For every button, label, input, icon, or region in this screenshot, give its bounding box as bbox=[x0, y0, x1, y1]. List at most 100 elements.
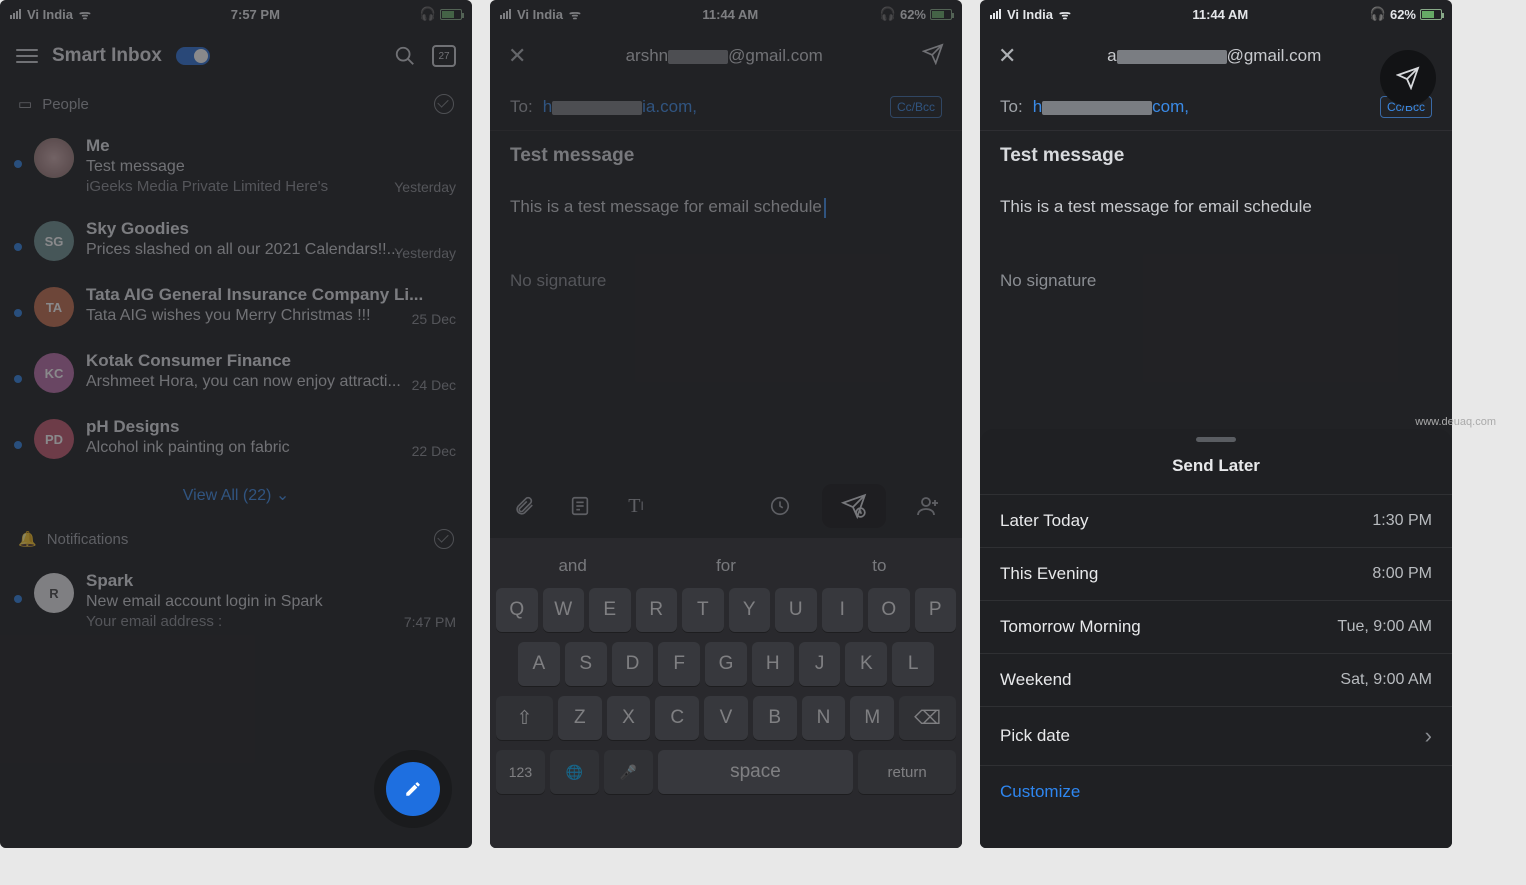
mail-row[interactable]: SG Sky Goodies Prices slashed on all our… bbox=[0, 207, 472, 273]
key-s[interactable]: S bbox=[565, 642, 607, 686]
body-field[interactable]: This is a test message for email schedul… bbox=[490, 181, 962, 251]
close-icon[interactable]: ✕ bbox=[508, 43, 526, 69]
key-v[interactable]: V bbox=[704, 696, 748, 740]
date: 7:47 PM bbox=[404, 614, 456, 630]
body-field[interactable]: This is a test message for email schedul… bbox=[980, 181, 1452, 251]
key-y[interactable]: Y bbox=[729, 588, 771, 632]
wifi-icon: ᯤ bbox=[569, 5, 581, 23]
sheet-grabber[interactable] bbox=[1196, 437, 1236, 442]
key-d[interactable]: D bbox=[612, 642, 654, 686]
key-w[interactable]: W bbox=[543, 588, 585, 632]
subject: Tata AIG wishes you Merry Christmas !!! bbox=[86, 307, 458, 325]
mail-row[interactable]: R Spark New email account login in Spark… bbox=[0, 559, 472, 642]
date: Yesterday bbox=[394, 179, 456, 195]
key-i[interactable]: I bbox=[822, 588, 864, 632]
note-icon[interactable] bbox=[566, 492, 594, 520]
key-j[interactable]: J bbox=[799, 642, 841, 686]
shift-key[interactable]: ⇧ bbox=[496, 696, 553, 740]
suggestion-bar[interactable]: andforto bbox=[496, 544, 956, 588]
check-all-icon[interactable] bbox=[434, 529, 454, 549]
keyboard[interactable]: andforto QWERTYUIOP ASDFGHJKL ⇧ ZXCVBNM … bbox=[490, 538, 962, 848]
key-a[interactable]: A bbox=[518, 642, 560, 686]
to-label: To: bbox=[510, 97, 533, 117]
sender: Sky Goodies bbox=[86, 219, 458, 239]
status-time: 11:44 AM bbox=[1071, 7, 1370, 22]
send-later-option[interactable]: Tomorrow MorningTue, 9:00 AM bbox=[980, 600, 1452, 653]
from-address[interactable]: a@gmail.com bbox=[1032, 46, 1396, 66]
attach-icon[interactable] bbox=[510, 492, 538, 520]
send-later-option[interactable]: This Evening8:00 PM bbox=[980, 547, 1452, 600]
key-b[interactable]: B bbox=[753, 696, 797, 740]
signature-placeholder[interactable]: No signature bbox=[490, 251, 962, 311]
numbers-key[interactable]: 123 bbox=[496, 750, 545, 794]
smart-inbox-toggle[interactable] bbox=[176, 47, 210, 65]
avatar: SG bbox=[34, 221, 74, 261]
to-field[interactable]: To: hcom, Cc/Bcc bbox=[980, 84, 1452, 131]
view-all-link[interactable]: View All (22) ⌄ bbox=[0, 471, 472, 519]
key-e[interactable]: E bbox=[589, 588, 631, 632]
signature-placeholder[interactable]: No signature bbox=[980, 251, 1452, 311]
clock-icon[interactable] bbox=[766, 492, 794, 520]
ccbcc-button[interactable]: Cc/Bcc bbox=[890, 96, 942, 118]
section-notifications[interactable]: 🔔 Notifications bbox=[0, 519, 472, 559]
key-q[interactable]: Q bbox=[496, 588, 538, 632]
watermark: www.deuaq.com bbox=[1415, 416, 1496, 428]
from-address[interactable]: arshn@gmail.com bbox=[542, 46, 906, 66]
key-t[interactable]: T bbox=[682, 588, 724, 632]
inbox-title: Smart Inbox bbox=[52, 45, 162, 67]
unread-dot bbox=[14, 375, 22, 383]
to-field[interactable]: To: hia.com, Cc/Bcc bbox=[490, 84, 962, 131]
customize-row[interactable]: Customize bbox=[980, 765, 1452, 818]
subject-field[interactable]: Test message bbox=[980, 131, 1452, 181]
space-key[interactable]: space bbox=[658, 750, 854, 794]
return-key[interactable]: return bbox=[858, 750, 956, 794]
key-n[interactable]: N bbox=[802, 696, 846, 740]
carrier-label: Vi India bbox=[1007, 7, 1053, 22]
key-h[interactable]: H bbox=[752, 642, 794, 686]
globe-key[interactable]: 🌐 bbox=[550, 750, 599, 794]
key-l[interactable]: L bbox=[892, 642, 934, 686]
close-icon[interactable]: ✕ bbox=[998, 43, 1016, 69]
send-later-option[interactable]: Later Today1:30 PM bbox=[980, 494, 1452, 547]
key-f[interactable]: F bbox=[658, 642, 700, 686]
key-x[interactable]: X bbox=[607, 696, 651, 740]
compose-fab[interactable] bbox=[374, 750, 452, 828]
key-z[interactable]: Z bbox=[558, 696, 602, 740]
mail-row[interactable]: PD pH Designs Alcohol ink painting on fa… bbox=[0, 405, 472, 471]
send-later-option[interactable]: WeekendSat, 9:00 AM bbox=[980, 653, 1452, 706]
option-value: Tue, 9:00 AM bbox=[1337, 618, 1432, 636]
key-p[interactable]: P bbox=[915, 588, 957, 632]
mail-row[interactable]: KC Kotak Consumer Finance Arshmeet Hora,… bbox=[0, 339, 472, 405]
mail-row[interactable]: Me Test message iGeeks Media Private Lim… bbox=[0, 124, 472, 207]
key-o[interactable]: O bbox=[868, 588, 910, 632]
sender: Kotak Consumer Finance bbox=[86, 351, 458, 371]
mail-row[interactable]: TA Tata AIG General Insurance Company Li… bbox=[0, 273, 472, 339]
send-button-highlight[interactable] bbox=[1380, 50, 1436, 106]
key-c[interactable]: C bbox=[655, 696, 699, 740]
subject-field[interactable]: Test message bbox=[490, 131, 962, 181]
compose-header: ✕ arshn@gmail.com bbox=[490, 28, 962, 84]
text-format-icon[interactable]: TI bbox=[622, 492, 650, 520]
add-person-icon[interactable] bbox=[914, 492, 942, 520]
send-later-icon[interactable] bbox=[822, 484, 886, 528]
subject: Alcohol ink painting on fabric bbox=[86, 439, 458, 457]
calendar-icon[interactable]: 27 bbox=[432, 45, 456, 67]
menu-icon[interactable] bbox=[16, 49, 38, 63]
check-all-icon[interactable] bbox=[434, 94, 454, 114]
inbox-header: Smart Inbox 27 bbox=[0, 28, 472, 84]
mic-key[interactable]: 🎤 bbox=[604, 750, 653, 794]
key-g[interactable]: G bbox=[705, 642, 747, 686]
key-r[interactable]: R bbox=[636, 588, 678, 632]
pick-date-row[interactable]: Pick date bbox=[980, 706, 1452, 765]
carrier-label: Vi India bbox=[517, 7, 563, 22]
to-label: To: bbox=[1000, 97, 1023, 117]
backspace-key[interactable]: ⌫ bbox=[899, 696, 956, 740]
option-value: 8:00 PM bbox=[1372, 565, 1432, 583]
key-m[interactable]: M bbox=[850, 696, 894, 740]
key-k[interactable]: K bbox=[845, 642, 887, 686]
send-icon[interactable] bbox=[922, 43, 944, 70]
search-icon[interactable] bbox=[392, 43, 418, 69]
key-u[interactable]: U bbox=[775, 588, 817, 632]
section-people[interactable]: ▭ People bbox=[0, 84, 472, 124]
subject: Test message bbox=[86, 158, 458, 176]
